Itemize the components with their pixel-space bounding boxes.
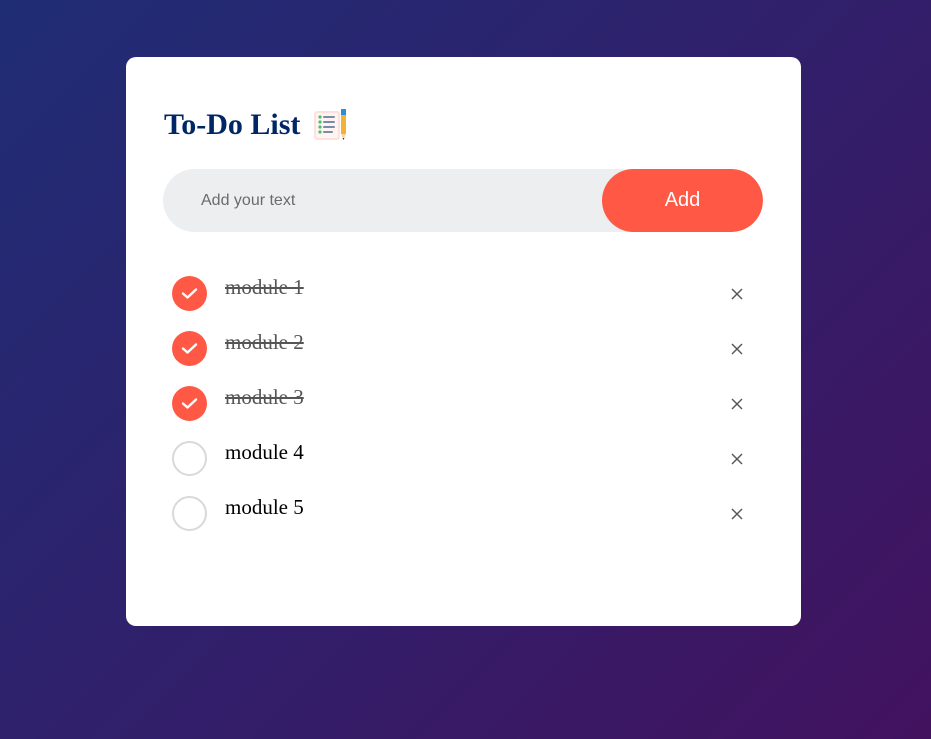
add-button[interactable]: Add xyxy=(602,169,763,232)
close-icon[interactable] xyxy=(725,392,749,416)
task-list: module 1 module 2 module 3 module 4 modu… xyxy=(172,275,762,551)
task-label: module 1 xyxy=(225,275,304,299)
checked-checkbox-icon[interactable] xyxy=(172,331,207,366)
unchecked-checkbox-icon[interactable] xyxy=(172,496,207,531)
unchecked-checkbox-icon[interactable] xyxy=(172,441,207,476)
close-icon[interactable] xyxy=(725,282,749,306)
task-item[interactable]: module 4 xyxy=(172,440,762,496)
notepad-checklist-icon xyxy=(312,108,348,142)
page-title: To-Do List xyxy=(164,108,301,141)
close-icon[interactable] xyxy=(725,447,749,471)
task-item[interactable]: module 3 xyxy=(172,385,762,441)
task-item[interactable]: module 2 xyxy=(172,330,762,386)
todo-card: To-Do List Add your text Add module 1 mo… xyxy=(126,57,801,626)
title-row: To-Do List xyxy=(164,105,348,145)
task-item[interactable]: module 5 xyxy=(172,495,762,551)
checked-checkbox-icon[interactable] xyxy=(172,276,207,311)
task-label: module 3 xyxy=(225,385,304,409)
close-icon[interactable] xyxy=(725,502,749,526)
task-item[interactable]: module 1 xyxy=(172,275,762,331)
task-input[interactable] xyxy=(163,169,603,232)
add-task-row: Add xyxy=(163,169,763,232)
checked-checkbox-icon[interactable] xyxy=(172,386,207,421)
task-label: module 4 xyxy=(225,440,304,464)
task-label: module 5 xyxy=(225,495,304,519)
close-icon[interactable] xyxy=(725,337,749,361)
task-label: module 2 xyxy=(225,330,304,354)
